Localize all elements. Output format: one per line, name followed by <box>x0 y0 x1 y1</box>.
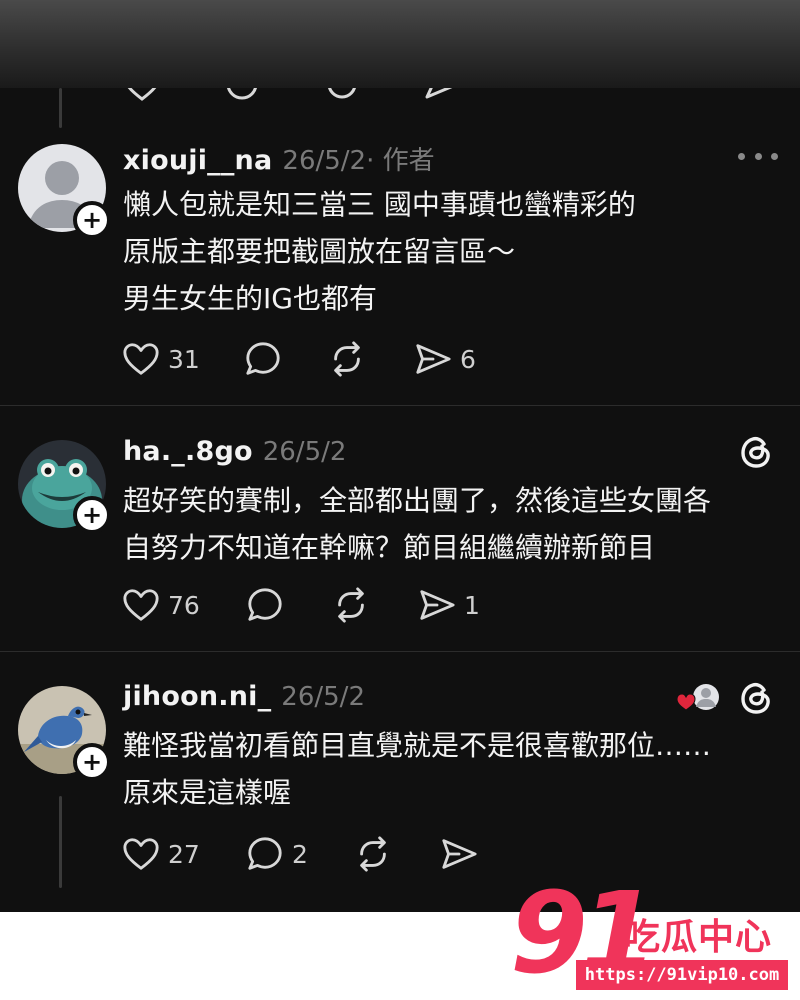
share-count: 6 <box>460 344 476 374</box>
share-button[interactable]: 6 <box>414 340 476 378</box>
watermark-name: 吃瓜中心 <box>624 917 773 958</box>
comment-text: 懶人包就是知三當三 國中事蹟也蠻精彩的 原版主都要把截圖放在留言區～ 男生女生的… <box>123 181 636 322</box>
heart-icon <box>123 589 159 621</box>
top-status-gradient <box>0 0 800 88</box>
like-count: 76 <box>168 590 200 620</box>
watermark-logo: 91 吃瓜中心 https://91vip10.com <box>510 878 800 1000</box>
threads-logo-icon[interactable] <box>738 434 774 470</box>
comment-icon <box>248 588 282 621</box>
heart-icon <box>123 838 159 870</box>
post-date: 26/5/2 <box>282 146 367 176</box>
post-date: 26/5/2 <box>281 682 365 712</box>
share-icon <box>442 839 477 869</box>
comment-line: 原版主都要把截圖放在留言區～ <box>123 235 516 268</box>
comment-button[interactable] <box>246 586 332 624</box>
like-count: 31 <box>168 344 200 374</box>
repost-icon <box>360 836 386 872</box>
comment-button[interactable]: 2 <box>246 835 354 873</box>
thread-reply-line <box>59 88 62 128</box>
comment-line: 原來是這樣喔 <box>123 776 292 809</box>
repost-button[interactable] <box>354 835 440 873</box>
author-tag: · 作者 <box>366 146 435 176</box>
comment-header: jihoon.ni_ 26/5/2 <box>123 681 365 712</box>
author-liked-indicator <box>676 679 724 719</box>
comment-text: 難怪我當初看節目直覺就是不是很喜歡那位…… 原來是這樣喔 <box>123 722 711 816</box>
comment-line: 自努力不知道在幹嘛？節目組繼續辦新節目 <box>123 531 656 564</box>
threads-logo-icon[interactable] <box>738 680 774 716</box>
comment-line: 男生女生的IG也都有 <box>123 282 377 315</box>
repost-icon <box>338 587 364 623</box>
username[interactable]: xiouji__na <box>123 145 272 176</box>
watermark-url: https://91vip10.com <box>576 960 788 990</box>
comment-text: 超好笑的賽制，全部都出團了，然後這些女團各 自努力不知道在幹嘛？節目組繼續辦新節… <box>123 477 711 571</box>
repost-button[interactable] <box>332 586 418 624</box>
share-icon <box>420 590 455 620</box>
action-bar: 31 6 <box>122 339 476 379</box>
like-button[interactable]: 76 <box>122 586 246 624</box>
follow-button[interactable]: + <box>73 201 111 239</box>
more-icon[interactable] <box>738 149 778 163</box>
like-button[interactable]: 27 <box>122 835 246 873</box>
action-bar: 76 1 <box>122 585 480 625</box>
action-bar: 27 2 <box>122 834 478 874</box>
comment-line: 難怪我當初看節目直覺就是不是很喜歡那位…… <box>123 729 712 762</box>
like-button[interactable]: 31 <box>122 340 244 378</box>
comment-header: ha._.8go 26/5/2 <box>123 436 346 467</box>
heart-icon <box>676 693 696 711</box>
comment-line: 懶人包就是知三當三 國中事蹟也蠻精彩的 <box>123 188 636 221</box>
follow-button[interactable]: + <box>73 743 111 781</box>
comment-icon <box>246 342 280 375</box>
comment-icon <box>248 837 282 870</box>
share-button[interactable] <box>440 835 478 873</box>
repost-icon[interactable] <box>322 88 362 102</box>
like-count: 27 <box>168 839 200 869</box>
heart-icon <box>123 343 159 375</box>
divider <box>0 651 800 652</box>
repost-icon <box>334 341 360 377</box>
share-icon[interactable] <box>422 88 462 102</box>
comment-line: 超好笑的賽制，全部都出團了，然後這些女團各 <box>123 484 712 517</box>
share-count: 1 <box>464 590 480 620</box>
username[interactable]: ha._.8go <box>123 436 253 467</box>
comment-icon[interactable] <box>222 88 262 102</box>
previous-post-actions <box>122 88 462 102</box>
comment-button[interactable] <box>244 340 328 378</box>
thread-reply-line <box>59 796 62 888</box>
post-date: 26/5/2 <box>262 437 347 467</box>
comment-header: xiouji__na 26/5/2 · 作者 <box>123 140 435 177</box>
comment-list: + xiouji__na 26/5/2 · 作者 懶人包就是知三當三 國中事蹟也… <box>0 88 800 912</box>
share-icon <box>416 344 451 374</box>
divider <box>0 405 800 406</box>
follow-button[interactable]: + <box>73 496 111 534</box>
username[interactable]: jihoon.ni_ <box>123 681 271 712</box>
heart-icon[interactable] <box>122 88 162 102</box>
share-button[interactable]: 1 <box>418 586 480 624</box>
comment-count: 2 <box>292 839 308 869</box>
repost-button[interactable] <box>328 340 414 378</box>
